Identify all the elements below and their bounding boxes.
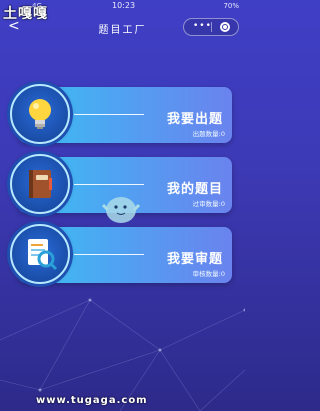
card-divider-line [74, 254, 144, 255]
close-program-button[interactable] [220, 22, 230, 32]
create-question-title: 我要出题 [166, 112, 223, 127]
status-time: 10:23 [112, 1, 136, 10]
my-questions-count: 过审数量:0 [192, 200, 225, 208]
battery-level: 70% [223, 2, 239, 10]
lightbulb-icon [10, 84, 70, 144]
mascot-icon [102, 197, 140, 223]
background-network [0, 298, 245, 411]
card-divider-line [74, 114, 144, 115]
more-menu-button[interactable]: ••• [193, 21, 212, 31]
card-divider-line [74, 184, 144, 185]
mini-program-capsule: ••• [183, 18, 239, 36]
review-question-title: 我要审题 [166, 252, 223, 267]
review-question-count: 审核数量:0 [192, 270, 225, 278]
nav-bar: < 题目工厂 ••• [0, 14, 245, 42]
my-questions-title: 我的题目 [166, 182, 223, 197]
create-question-count: 出题数量:0 [192, 130, 225, 138]
site-watermark: www.tugaga.com [36, 395, 148, 406]
notebook-icon [10, 154, 70, 214]
capsule-divider [211, 22, 212, 32]
document-search-icon [10, 224, 70, 284]
